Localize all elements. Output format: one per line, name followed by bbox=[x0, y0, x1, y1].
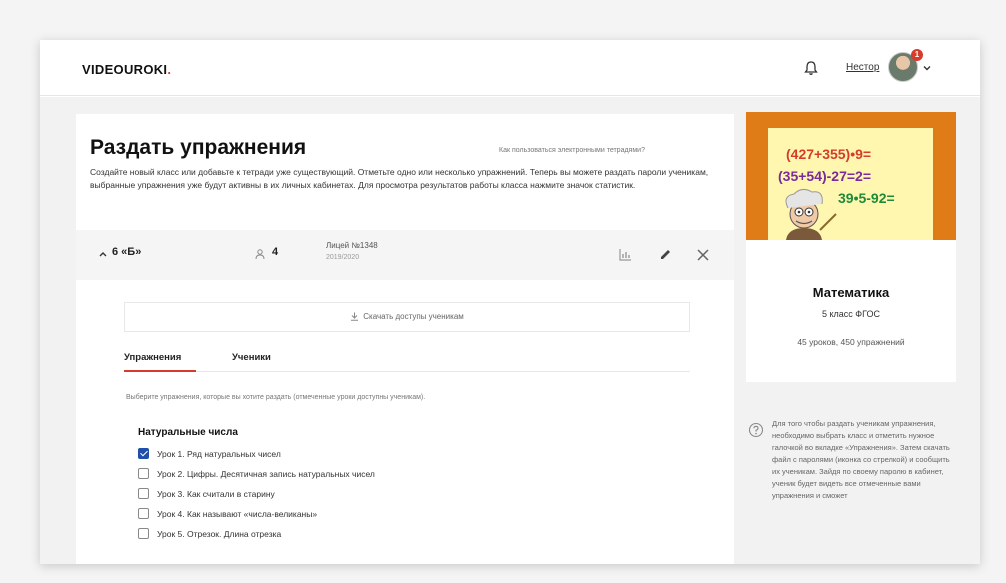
lesson-checkbox[interactable] bbox=[138, 468, 149, 480]
section-title: Натуральные числа bbox=[138, 427, 238, 438]
notification-badge: 1 bbox=[911, 49, 923, 61]
lesson-label: Урок 5. Отрезок. Длина отрезка bbox=[157, 529, 282, 539]
logo-text: VIDEOUROKI bbox=[82, 62, 168, 77]
lesson-checkbox[interactable] bbox=[138, 488, 149, 500]
class-name: 6 «Б» bbox=[112, 246, 142, 258]
logo[interactable]: VIDEOUROKI. bbox=[82, 62, 171, 77]
lesson-item[interactable]: Урок 4. Как называют «числа-великаны» bbox=[138, 507, 317, 521]
lesson-label: Урок 2. Цифры. Десятичная запись натурал… bbox=[157, 469, 375, 479]
download-icon bbox=[351, 312, 359, 322]
active-tab-indicator bbox=[124, 370, 196, 372]
main-panel: Раздать упражнения Как пользоваться элек… bbox=[76, 114, 734, 564]
lesson-label: Урок 3. Как считали в старину bbox=[157, 489, 275, 499]
page-title: Раздать упражнения bbox=[90, 136, 307, 159]
cover-text-line: (35+54)-27=2= bbox=[778, 168, 872, 184]
professor-illustration bbox=[785, 188, 837, 240]
tab-students[interactable]: Ученики bbox=[232, 352, 271, 363]
class-row[interactable]: 6 «Б» 4 Лицей №1348 2019/2020 bbox=[76, 230, 734, 280]
question-icon bbox=[748, 422, 764, 438]
info-text: Для того чтобы раздать ученикам упражнен… bbox=[772, 419, 950, 500]
lesson-label: Урок 4. Как называют «числа-великаны» bbox=[157, 509, 318, 519]
lesson-checkbox[interactable] bbox=[138, 528, 149, 540]
close-icon[interactable] bbox=[696, 248, 710, 262]
statistics-icon[interactable] bbox=[618, 248, 632, 262]
tab-exercises[interactable]: Упражнения bbox=[124, 352, 181, 363]
lesson-checkbox[interactable] bbox=[138, 508, 149, 520]
page-description: Создайте новый класс или добавьте к тетр… bbox=[90, 167, 709, 190]
course-card[interactable]: (427+355)•9= (35+54)-27=2= 39•5-92= Мате… bbox=[746, 112, 956, 382]
exercise-hint: Выберите упражнения, которые вы хотите р… bbox=[126, 394, 426, 401]
school-name: Лицей №1348 bbox=[326, 241, 378, 250]
lesson-item[interactable]: Урок 3. Как считали в старину bbox=[138, 487, 275, 501]
lesson-item[interactable]: Урок 2. Цифры. Десятичная запись натурал… bbox=[138, 467, 375, 481]
user-name-link[interactable]: Нестор bbox=[846, 62, 879, 73]
course-subject: Математика bbox=[812, 285, 890, 300]
bell-icon[interactable] bbox=[804, 60, 818, 76]
school-year: 2019/2020 bbox=[326, 254, 360, 261]
cover-text-line: 39•5-92= bbox=[838, 190, 895, 206]
top-bar: VIDEOUROKI. Нестор 1 bbox=[40, 40, 980, 96]
person-icon bbox=[255, 249, 265, 259]
course-stats: 45 уроков, 450 упражнений bbox=[797, 337, 905, 347]
chevron-up-icon[interactable] bbox=[98, 250, 108, 258]
lesson-label: Урок 1. Ряд натуральных чисел bbox=[157, 449, 281, 459]
tabs: Упражнения Ученики bbox=[124, 344, 690, 372]
lesson-item[interactable]: Урок 5. Отрезок. Длина отрезка bbox=[138, 527, 281, 541]
app-window: VIDEOUROKI. Нестор 1 Раздать упражнения … bbox=[40, 40, 980, 564]
cover-image: (427+355)•9= (35+54)-27=2= 39•5-92= bbox=[768, 128, 933, 240]
lesson-item[interactable]: Урок 1. Ряд натуральных чисел bbox=[138, 447, 281, 461]
cover-text-line: (427+355)•9= bbox=[786, 146, 872, 162]
download-label: Скачать доступы ученикам bbox=[363, 312, 464, 321]
student-count: 4 bbox=[272, 246, 279, 258]
download-access-button[interactable]: Скачать доступы ученикам bbox=[124, 302, 690, 332]
lesson-checkbox[interactable] bbox=[138, 448, 149, 460]
help-link[interactable]: Как пользоваться электронными тетрадями? bbox=[499, 147, 645, 154]
course-cover: (427+355)•9= (35+54)-27=2= 39•5-92= bbox=[746, 112, 956, 240]
course-grade: 5 класс ФГОС bbox=[821, 309, 880, 319]
logo-suffix: . bbox=[167, 62, 172, 77]
pencil-icon[interactable] bbox=[658, 248, 672, 262]
chevron-down-icon[interactable] bbox=[923, 64, 931, 72]
